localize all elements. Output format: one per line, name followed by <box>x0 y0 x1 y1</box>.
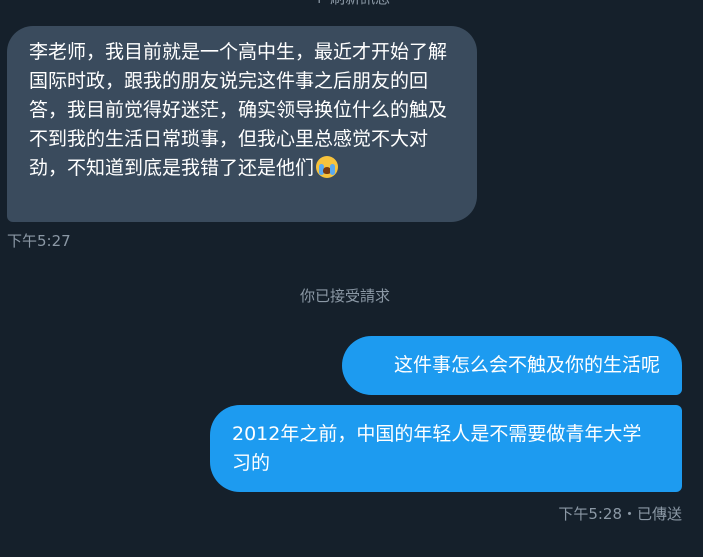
outgoing-message-status: 下午5:28・已傳送 <box>558 505 682 523</box>
outgoing-message-bubble[interactable]: 2012年之前，中国的年轻人是不需要做青年大学习的 <box>210 405 682 492</box>
outgoing-message-text: 这件事怎么会不触及你的生活呢 <box>393 354 660 376</box>
crying-face-icon <box>316 156 339 178</box>
chat-conversation: ↑ 刷新訊息 李老师，我目前就是一个高中生，最近才开始了解国际时政，跟我的朋友说… <box>0 0 703 557</box>
outgoing-message-text: 2012年之前，中国的年轻人是不需要做青年大学习的 <box>232 423 642 474</box>
request-accepted-notice: 你已接受請求 <box>299 287 390 305</box>
incoming-message-text: 李老师，我目前就是一个高中生，最近才开始了解国际时政，跟我的朋友说完这件事之后朋… <box>29 41 448 179</box>
refresh-notice[interactable]: ↑ 刷新訊息 <box>0 0 703 8</box>
incoming-message-bubble[interactable]: 李老师，我目前就是一个高中生，最近才开始了解国际时政，跟我的朋友说完这件事之后朋… <box>7 26 477 222</box>
emoji-mouth <box>323 167 332 174</box>
outgoing-message-bubble[interactable]: 这件事怎么会不触及你的生活呢 <box>342 336 682 395</box>
incoming-message-time: 下午5:27 <box>7 232 71 250</box>
